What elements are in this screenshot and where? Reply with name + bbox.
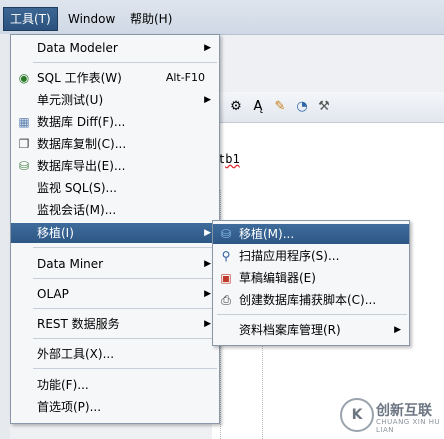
submenu-item-scratch-editor[interactable]: ▣ 草稿编辑器(E) — [213, 268, 409, 288]
menu-item-olap[interactable]: OLAP ▶ — [11, 284, 219, 304]
menu-item-rest-data-services[interactable]: REST 数据服务 ▶ — [11, 314, 219, 334]
menu-separator — [33, 368, 217, 369]
database-diff-icon: ▦ — [18, 115, 30, 129]
submenu-arrow-icon: ▶ — [204, 43, 211, 53]
menu-tools[interactable]: 工具(T) — [3, 7, 58, 31]
database-export-icon: ⛁ — [18, 159, 30, 173]
menu-separator — [33, 308, 217, 309]
eraser-icon[interactable]: ✎ — [272, 99, 288, 115]
explain-icon[interactable]: ◔ — [294, 99, 310, 115]
watermark-subtext: CHUANG XIN HU LIAN — [376, 418, 441, 434]
submenu-item-capture-script[interactable]: ⎙ 创建数据库捕获脚本(C)... — [213, 290, 409, 310]
submenu-item-repository-management[interactable]: 资料档案库管理(R) ▶ — [213, 320, 409, 340]
submenu-arrow-icon: ▶ — [204, 259, 211, 269]
submenu-item-scan-application[interactable]: ⚲ 扫描应用程序(S)... — [213, 246, 409, 266]
menu-item-features[interactable]: 功能(F)... — [11, 375, 219, 395]
database-copy-icon: ❐ — [18, 137, 30, 151]
editor-guide — [262, 345, 264, 439]
menu-help[interactable]: 帮助(H) — [124, 8, 178, 30]
migrate-icon: ⛁ — [220, 227, 232, 241]
tools-menu: Data Modeler ▶ ◉ SQL 工作表(W) Alt-F10 单元测试… — [10, 34, 220, 424]
watermark-text: 创新互联 — [376, 403, 432, 419]
submenu-item-migrate[interactable]: ⛁ 移植(M)... — [213, 224, 409, 244]
menu-item-external-tools[interactable]: 外部工具(X)... — [11, 344, 219, 364]
left-gutter — [0, 34, 10, 439]
menu-item-data-miner[interactable]: Data Miner ▶ — [11, 254, 219, 274]
gear-icon[interactable]: ⚙ — [228, 99, 244, 115]
menu-separator — [33, 247, 217, 248]
menu-separator — [33, 278, 217, 279]
watermark: K 创新互联 CHUANG XIN HU LIAN — [340, 396, 444, 436]
menu-item-sql-worksheet[interactable]: ◉ SQL 工作表(W) Alt-F10 — [11, 68, 219, 88]
menu-separator — [217, 314, 407, 315]
menu-separator — [33, 62, 217, 63]
watermark-logo: K — [340, 398, 374, 432]
wrench-icon[interactable]: ⚒ — [316, 99, 332, 115]
scan-icon: ⚲ — [221, 249, 231, 263]
editor-text: tb1 — [218, 152, 240, 166]
submenu-arrow-icon: ▶ — [204, 228, 211, 238]
menu-item-preferences[interactable]: 首选项(P)... — [11, 397, 219, 417]
scratch-editor-icon: ▣ — [220, 271, 232, 285]
submenu-arrow-icon: ▶ — [204, 289, 211, 299]
menu-window[interactable]: Window — [62, 8, 121, 30]
menu-item-monitor-sql[interactable]: 监视 SQL(S)... — [11, 178, 219, 198]
menu-item-unit-test[interactable]: 单元测试(U) ▶ — [11, 90, 219, 110]
spell-icon[interactable]: Ą — [250, 99, 266, 115]
sql-worksheet-icon: ◉ — [18, 71, 30, 85]
menu-bar: 工具(T) Window 帮助(H) — [0, 0, 444, 35]
menu-item-monitor-sessions[interactable]: 监视会话(M)... — [11, 200, 219, 220]
submenu-arrow-icon: ▶ — [204, 95, 211, 105]
menu-separator — [33, 338, 217, 339]
migration-submenu: ⛁ 移植(M)... ⚲ 扫描应用程序(S)... ▣ 草稿编辑器(E) ⎙ 创… — [212, 220, 410, 346]
menu-item-database-export[interactable]: ⛁ 数据库导出(E)... — [11, 156, 219, 176]
capture-script-icon: ⎙ — [221, 293, 231, 307]
submenu-arrow-icon: ▶ — [204, 319, 211, 329]
submenu-arrow-icon: ▶ — [394, 325, 401, 335]
menu-item-migration[interactable]: 移植(I) ▶ — [11, 223, 219, 243]
menu-item-database-diff[interactable]: ▦ 数据库 Diff(F)... — [11, 112, 219, 132]
menu-item-database-copy[interactable]: ❐ 数据库复制(C)... — [11, 134, 219, 154]
menu-item-data-modeler[interactable]: Data Modeler ▶ — [11, 38, 219, 58]
editor-toolbar: ⚙ Ą ✎ ◔ ⚒ — [212, 92, 444, 123]
